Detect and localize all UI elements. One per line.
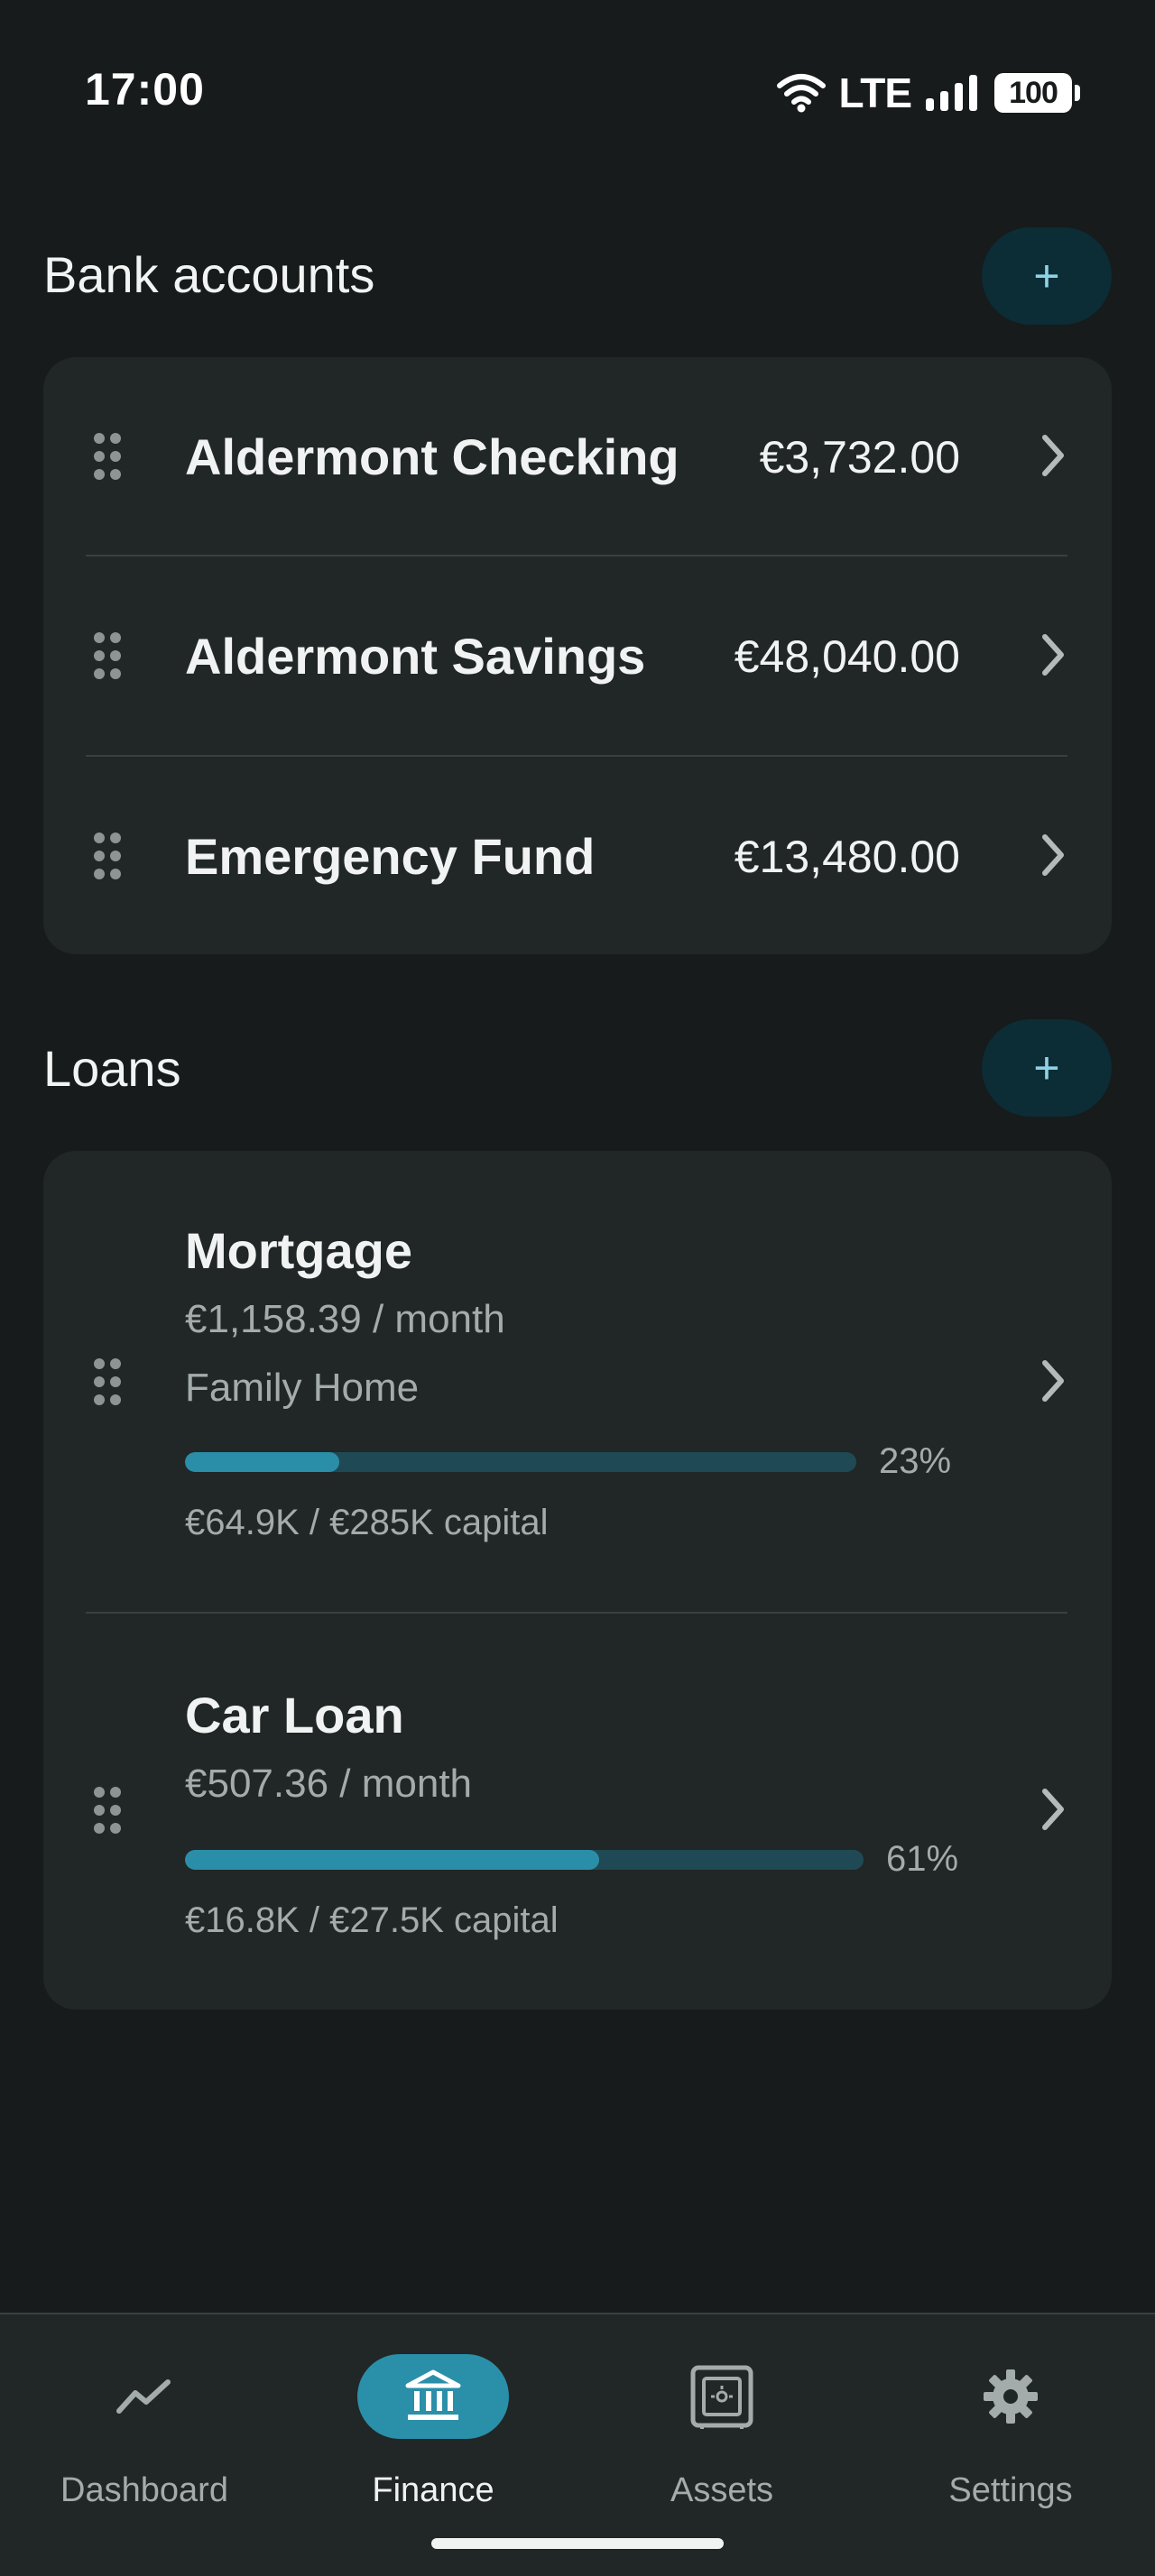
- loan-progress-label: 61%: [886, 1839, 959, 1879]
- nav-icon-container: [93, 2354, 196, 2439]
- network-type: LTE: [838, 69, 912, 116]
- nav-label: Assets: [670, 2471, 774, 2509]
- loan-monthly-payment: €507.36 / month: [185, 1762, 473, 1806]
- nav-label: Finance: [372, 2471, 494, 2509]
- bottom-navigation: Dashboard Finance Assets Settings: [0, 2313, 1155, 2576]
- safe-icon: [690, 2365, 753, 2429]
- signal-icon: [926, 75, 977, 111]
- drag-handle-icon[interactable]: [93, 1787, 122, 1834]
- drag-handle-icon[interactable]: [93, 833, 122, 879]
- loan-monthly-payment: €1,158.39 / month: [185, 1297, 505, 1341]
- add-bank-account-button[interactable]: +: [982, 227, 1112, 325]
- add-loan-button[interactable]: +: [982, 1019, 1112, 1117]
- nav-dashboard[interactable]: Dashboard: [0, 2314, 289, 2522]
- bank-accounts-title: Bank accounts: [43, 246, 375, 303]
- loan-row[interactable]: Car Loan €507.36 / month 61% €16.8K / €2…: [43, 1614, 1112, 2010]
- loan-linked-asset: Family Home: [185, 1366, 420, 1410]
- home-indicator[interactable]: [431, 2538, 724, 2549]
- chevron-right-icon: [1042, 634, 1064, 676]
- loan-capital: €64.9K / €285K capital: [185, 1503, 549, 1542]
- loan-capital: €16.8K / €27.5K capital: [185, 1900, 559, 1940]
- account-balance: €48,040.00: [734, 631, 960, 682]
- bank-account-row[interactable]: Emergency Fund €13,480.00: [43, 757, 1112, 954]
- chevron-right-icon: [1042, 1789, 1064, 1830]
- loan-progress-fill: [185, 1452, 340, 1472]
- finance-screen: 17:00 LTE 100 Bank accounts + Aldermont …: [0, 0, 1155, 2576]
- battery-icon: 100: [994, 73, 1080, 113]
- nav-label: Dashboard: [60, 2471, 228, 2509]
- account-balance: €13,480.00: [734, 832, 960, 882]
- chevron-right-icon: [1042, 1360, 1064, 1402]
- account-balance: €3,732.00: [759, 432, 960, 483]
- loan-name: Car Loan: [185, 1687, 404, 1743]
- bank-icon: [405, 2369, 461, 2420]
- status-bar: 17:00 LTE 100: [0, 0, 1155, 180]
- drag-handle-icon[interactable]: [93, 632, 122, 679]
- loan-progress-fill: [185, 1850, 599, 1870]
- nav-settings[interactable]: Settings: [866, 2314, 1155, 2522]
- loan-progress-label: 23%: [879, 1441, 952, 1481]
- loan-name: Mortgage: [185, 1222, 412, 1279]
- bank-account-row[interactable]: Aldermont Checking €3,732.00: [43, 357, 1112, 556]
- wifi-icon: [776, 74, 826, 113]
- loan-row[interactable]: Mortgage €1,158.39 / month Family Home 2…: [43, 1151, 1112, 1613]
- account-name: Aldermont Savings: [185, 628, 646, 685]
- plus-icon: +: [1033, 251, 1060, 301]
- chevron-right-icon: [1042, 435, 1064, 476]
- status-icons: LTE 100: [776, 69, 1080, 117]
- loan-progress-bar: [185, 1850, 864, 1870]
- trend-icon: [116, 2379, 171, 2414]
- plus-icon: +: [1033, 1043, 1060, 1093]
- nav-icon-container: [357, 2354, 509, 2439]
- nav-icon-container: [959, 2354, 1062, 2439]
- nav-label: Settings: [948, 2471, 1073, 2509]
- nav-icon-container: [670, 2354, 773, 2439]
- gear-icon: [984, 2369, 1038, 2424]
- account-name: Aldermont Checking: [185, 428, 679, 485]
- account-name: Emergency Fund: [185, 828, 596, 885]
- drag-handle-icon[interactable]: [93, 1358, 122, 1405]
- loans-card: Mortgage €1,158.39 / month Family Home 2…: [43, 1151, 1112, 2010]
- nav-finance[interactable]: Finance: [289, 2314, 578, 2522]
- chevron-right-icon: [1042, 834, 1064, 876]
- status-time: 17:00: [85, 64, 205, 115]
- loans-title: Loans: [43, 1040, 181, 1097]
- loan-progress-bar: [185, 1452, 856, 1472]
- bank-account-row[interactable]: Aldermont Savings €48,040.00: [43, 557, 1112, 755]
- battery-level: 100: [1009, 75, 1058, 110]
- nav-assets[interactable]: Assets: [578, 2314, 866, 2522]
- bank-accounts-card: Aldermont Checking €3,732.00 Aldermont S…: [43, 357, 1112, 954]
- drag-handle-icon[interactable]: [93, 433, 122, 480]
